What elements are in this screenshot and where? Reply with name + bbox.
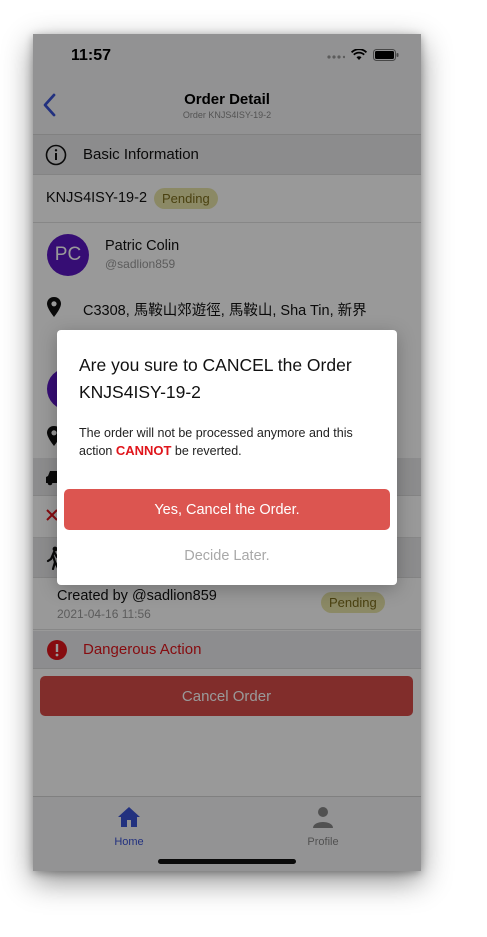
dialog-message-emphasis: CANNOT — [115, 443, 172, 458]
confirm-cancel-button[interactable]: Yes, Cancel the Order. — [64, 489, 390, 530]
confirm-cancel-dialog: Are you sure to CANCEL the Order KNJS4IS… — [57, 330, 397, 585]
dialog-message-suffix: be reverted. — [171, 444, 242, 458]
decide-later-button[interactable]: Decide Later. — [57, 548, 397, 564]
dialog-title: Are you sure to CANCEL the Order KNJS4IS… — [79, 355, 352, 402]
dialog-message: The order will not be processed anymore … — [79, 424, 379, 460]
